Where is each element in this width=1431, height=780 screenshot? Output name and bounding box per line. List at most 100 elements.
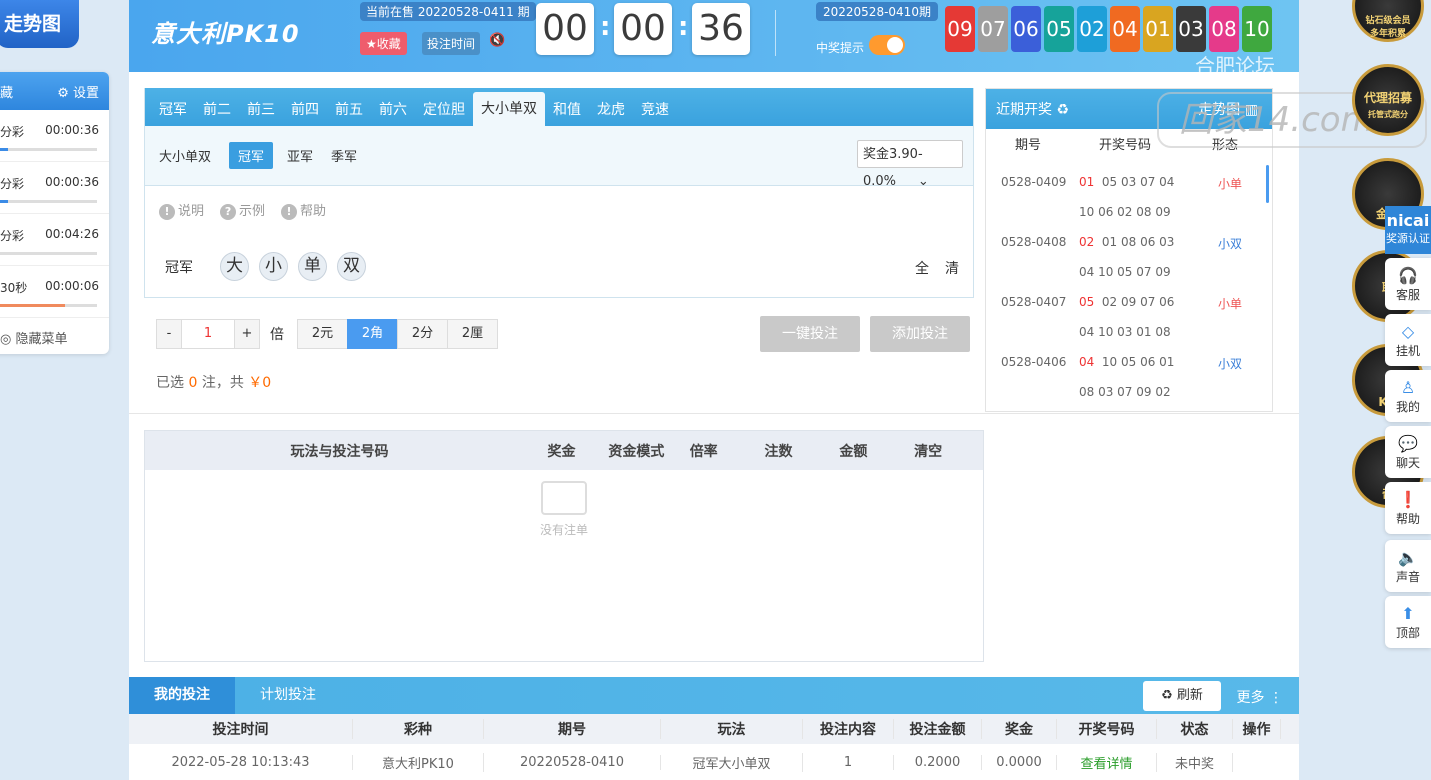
result-form: 小双: [1218, 237, 1243, 251]
unit-fen[interactable]: 2分: [397, 319, 448, 349]
help-link[interactable]: ! 帮助: [281, 200, 326, 220]
hide-menu-button[interactable]: ◎ 隐藏菜单: [0, 318, 109, 347]
diamond-member-badge[interactable]: 钻石级会员 多年积累: [1352, 0, 1424, 42]
result-row: 0528-0406 04 10 05 06 01 08 03 07 09 02 小双: [986, 337, 1272, 399]
result-issue: 0528-0409: [1001, 175, 1067, 189]
win-notify-toggle[interactable]: [869, 35, 905, 55]
pick-small[interactable]: 小: [259, 252, 288, 281]
favorite-button[interactable]: ★收藏: [360, 32, 407, 55]
result-ball: 05: [1044, 6, 1074, 52]
last-issue: 20220528-0410期: [816, 2, 938, 21]
number-pick-row: 冠军 大 小 单 双 全清: [145, 234, 973, 281]
favorite-game-row[interactable]: 分彩 00:00:36: [0, 162, 109, 214]
sub-play-bar: 大小单双 冠军 亚军 季军 奖金3.90-0.0% ⌄: [145, 126, 973, 189]
unit-li[interactable]: 2厘: [447, 319, 498, 349]
result-form: 小单: [1218, 177, 1243, 191]
side-help-button[interactable]: ❗ 帮助: [1385, 482, 1431, 534]
scrollbar[interactable]: [1266, 165, 1269, 203]
sub-option-runnerup[interactable]: 亚军: [287, 146, 313, 165]
tab-play[interactable]: 大小单双: [473, 92, 545, 126]
trend-chart-button[interactable]: 走势图: [0, 0, 79, 48]
main-content: 意大利PK10 当前在售 20220528-0411 期 ★收藏 投注时间 🔇 …: [129, 0, 1299, 780]
tab-play[interactable]: 前三: [239, 88, 283, 126]
side-arrow-up-button[interactable]: ⬆ 顶部: [1385, 596, 1431, 648]
unit-jiao[interactable]: 2角: [347, 319, 398, 349]
table-cell: 未中奖: [1157, 752, 1233, 772]
countdown-seconds: 36: [692, 3, 750, 55]
favorite-game-row[interactable]: 分彩 00:00:36: [0, 110, 109, 162]
multiple-minus-button[interactable]: -: [156, 319, 182, 349]
column-header: 彩种: [353, 719, 484, 739]
table-cell: 冠军大小单双: [661, 752, 803, 772]
one-click-bet-button[interactable]: 一键投注: [760, 316, 860, 352]
result-issue: 0528-0406: [1001, 355, 1067, 369]
refresh-button[interactable]: ♻ 刷新: [1143, 681, 1221, 711]
win-notify-label: 中奖提示: [816, 41, 865, 55]
table-cell: 2022-05-28 10:13:43: [129, 754, 353, 770]
pick-big[interactable]: 大: [220, 252, 249, 281]
prize-select[interactable]: 奖金3.90-0.0% ⌄: [857, 140, 963, 189]
speaker-mute-icon[interactable]: 🔇: [489, 33, 505, 48]
result-ball: 02: [1077, 6, 1107, 52]
favorites-label: 藏: [0, 85, 14, 101]
tab-play[interactable]: 定位胆: [415, 88, 473, 126]
favorite-game-row[interactable]: 分彩 00:04:26: [0, 214, 109, 266]
my-bets-tabs: 我的投注 计划投注 ♻ 刷新 更多 ⋮: [129, 677, 1299, 714]
sub-option-third[interactable]: 季军: [331, 146, 357, 165]
chevron-down-icon: ⌄: [917, 174, 929, 189]
pick-even[interactable]: 双: [337, 252, 366, 281]
tab-play[interactable]: 前四: [283, 88, 327, 126]
side-diamond-button[interactable]: ◇ 挂机: [1385, 314, 1431, 366]
tab-play[interactable]: 龙虎: [589, 88, 633, 126]
tab-play[interactable]: 前二: [195, 88, 239, 126]
side-chat-button[interactable]: 💬 聊天: [1385, 426, 1431, 478]
more-button[interactable]: 更多 ⋮: [1237, 687, 1283, 707]
recent-results-title: 近期开奖 ♻: [996, 102, 1070, 118]
view-detail-link[interactable]: 查看详情: [1057, 752, 1157, 772]
speaker-icon: 🔈: [1398, 548, 1418, 567]
side-user-button[interactable]: ♙ 我的: [1385, 370, 1431, 422]
tab-my-bets[interactable]: 我的投注: [129, 677, 235, 714]
multiple-input[interactable]: 1: [182, 319, 234, 349]
example-link[interactable]: ? 示例: [220, 200, 265, 220]
clear-button[interactable]: 清: [945, 258, 959, 278]
add-bet-button[interactable]: 添加投注: [870, 316, 970, 352]
empty-box-icon: [541, 481, 587, 515]
tab-play[interactable]: 和值: [545, 88, 589, 126]
headset-icon: 🎧: [1398, 266, 1418, 285]
multiple-plus-button[interactable]: +: [234, 319, 260, 349]
favorites-header: 藏 ⚙ 设置: [0, 72, 109, 110]
bet-time-button[interactable]: 投注时间: [422, 32, 481, 55]
result-numbers: 05 02 09 07 06: [1079, 295, 1175, 309]
settings-button[interactable]: ⚙ 设置: [57, 82, 99, 101]
select-all-button[interactable]: 全: [915, 258, 929, 278]
agent-recruit-badge[interactable]: 代理招募 托管式跑分: [1352, 64, 1424, 136]
favorite-game-row[interactable]: 30秒 00:00:06: [0, 266, 109, 318]
result-numbers: 01 05 03 07 04: [1079, 175, 1175, 189]
chat-icon: 💬: [1398, 434, 1418, 453]
nicai-verify-badge[interactable]: nicai 奖源认证: [1385, 206, 1431, 254]
result-ball: 07: [978, 6, 1008, 52]
info-icon: !: [159, 204, 175, 220]
tab-play[interactable]: 前六: [371, 88, 415, 126]
clear-cart-button[interactable]: 清空: [873, 441, 983, 461]
countdown-separator: :: [600, 12, 611, 42]
sub-option-champion[interactable]: 冠军: [229, 142, 274, 169]
side-headset-button[interactable]: 🎧 客服: [1385, 258, 1431, 310]
progress-bar: [0, 304, 97, 307]
tab-plan-bets[interactable]: 计划投注: [235, 677, 341, 714]
explain-link[interactable]: ! 说明: [159, 200, 204, 220]
table-cell: 1: [803, 754, 894, 770]
pick-odd[interactable]: 单: [298, 252, 327, 281]
tab-play[interactable]: 前五: [327, 88, 371, 126]
unit-yuan[interactable]: 2元: [297, 319, 348, 349]
side-speaker-button[interactable]: 🔈 声音: [1385, 540, 1431, 592]
countdown-separator: :: [678, 12, 689, 42]
result-numbers: 02 01 08 06 03: [1079, 235, 1175, 249]
tab-play[interactable]: 竞速: [633, 88, 677, 126]
result-numbers: 08 03 07 09 02: [1079, 385, 1171, 399]
lottery-logo: 意大利PK10: [151, 20, 300, 48]
recent-results-list[interactable]: 0528-0409 01 05 03 07 04 10 06 02 08 09 小单 0…: [986, 157, 1272, 409]
result-ball: 08: [1209, 6, 1239, 52]
tab-play[interactable]: 冠军: [151, 88, 195, 126]
